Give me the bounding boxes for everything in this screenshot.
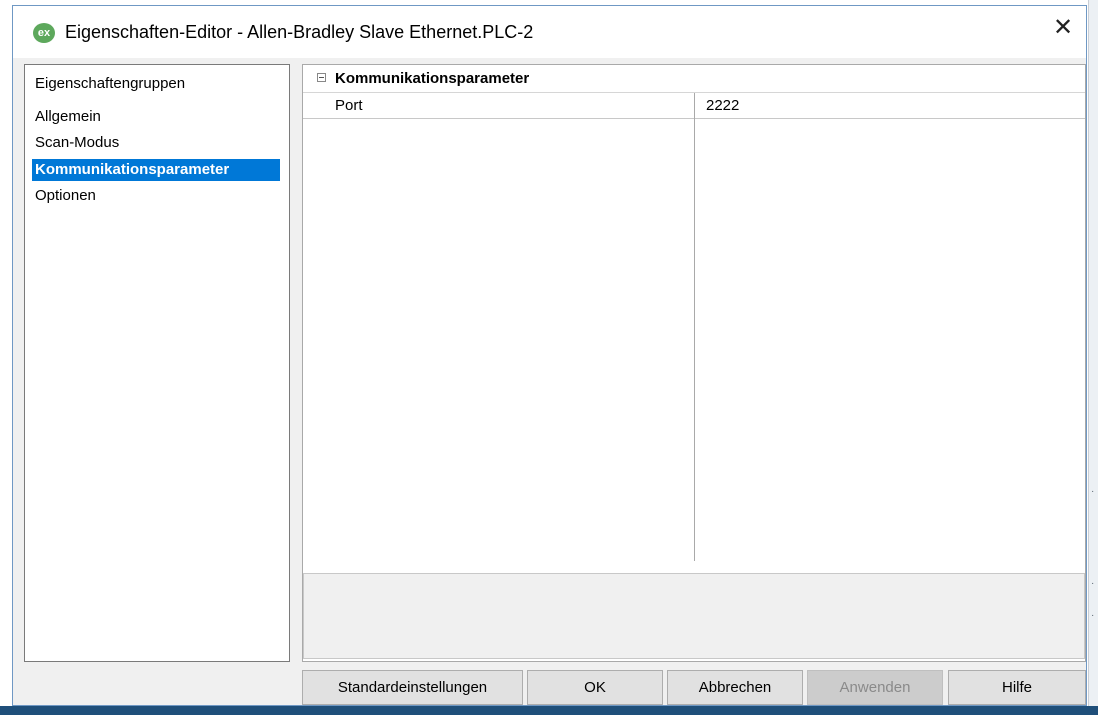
description-panel [303,573,1085,659]
background-mark: · [1091,578,1095,589]
sidebar-item-allgemein[interactable]: Allgemein [32,106,280,128]
app-icon: ex [33,23,55,43]
background-window-edge: · · · [1088,0,1098,715]
property-groups-panel: Eigenschaftengruppen Allgemein Scan-Modu… [24,64,290,662]
defaults-button[interactable]: Standardeinstellungen [302,670,523,705]
properties-editor-dialog: ex Eigenschaften-Editor - Allen-Bradley … [12,5,1087,706]
section-header-row[interactable]: Kommunikationsparameter [303,65,1085,93]
desktop-taskbar-edge [0,706,1098,715]
close-button[interactable]: ✕ [1040,6,1086,50]
ok-button[interactable]: OK [527,670,663,705]
sidebar-item-optionen[interactable]: Optionen [32,185,280,207]
window-title: Eigenschaften-Editor - Allen-Bradley Sla… [65,22,534,42]
property-groups-header: Eigenschaftengruppen [35,75,186,92]
property-grid: Kommunikationsparameter Port 2222 [302,64,1086,662]
background-mark: · [1091,486,1095,497]
column-divider[interactable] [694,93,695,561]
property-value[interactable]: 2222 [706,97,739,114]
cancel-button[interactable]: Abbrechen [667,670,803,705]
property-name: Port [335,97,363,114]
collapse-icon[interactable] [317,73,326,82]
help-button[interactable]: Hilfe [948,670,1086,705]
title-bar[interactable]: ex Eigenschaften-Editor - Allen-Bradley … [13,6,1086,58]
sidebar-item-kommunikationsparameter[interactable]: Kommunikationsparameter [32,159,280,181]
sidebar-item-scan-modus[interactable]: Scan-Modus [32,132,280,154]
section-title: Kommunikationsparameter [335,70,530,87]
apply-button[interactable]: Anwenden [807,670,943,705]
background-mark: · [1091,610,1095,621]
